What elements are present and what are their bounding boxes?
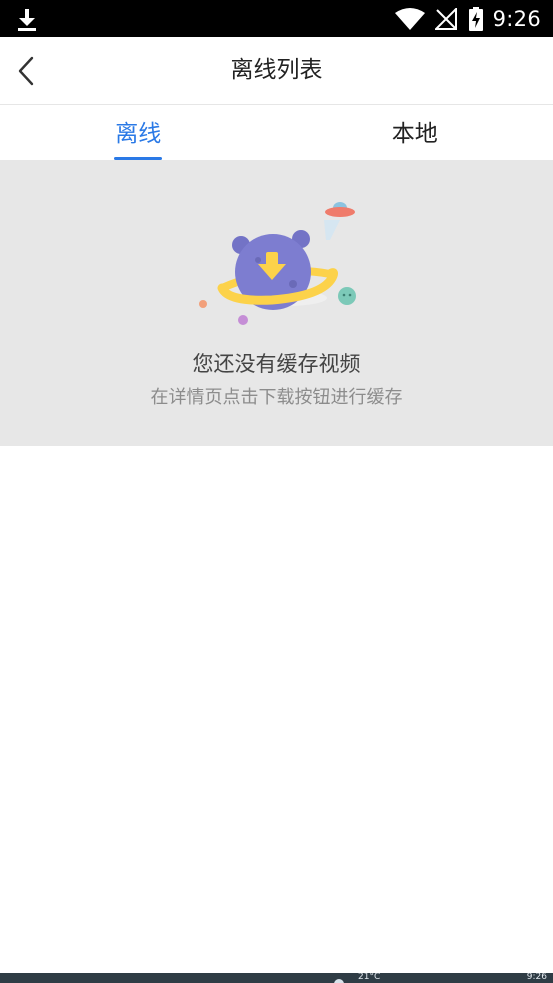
planet-download-illustration: [199, 202, 356, 325]
weather-icon: [334, 979, 344, 983]
tab-local[interactable]: 本地: [277, 105, 553, 160]
status-clock: 9:26: [492, 6, 541, 31]
tab-local-label: 本地: [391, 121, 438, 147]
header-bar: 离线列表: [0, 37, 553, 105]
battery-charging-icon: [468, 6, 483, 31]
wifi-icon: [394, 7, 425, 30]
page-title: 离线列表: [230, 57, 323, 83]
empty-hint: 在详情页点击下载按钮进行缓存: [150, 387, 403, 408]
download-icon: [18, 9, 36, 31]
tab-offline[interactable]: 离线: [0, 105, 277, 160]
status-bar: 9:26: [0, 0, 553, 37]
tab-bar: 离线 本地: [0, 105, 553, 160]
no-sim-icon: [434, 7, 457, 30]
tab-offline-label: 离线: [115, 121, 162, 147]
taskbar-temperature: 21°C: [358, 973, 381, 982]
taskbar-time: 9:26: [526, 973, 547, 982]
empty-state: 您还没有缓存视频 在详情页点击下载按钮进行缓存: [0, 160, 553, 446]
empty-title: 您还没有缓存视频: [192, 352, 361, 376]
taskbar-strip: 21°C 9:26: [0, 973, 553, 983]
